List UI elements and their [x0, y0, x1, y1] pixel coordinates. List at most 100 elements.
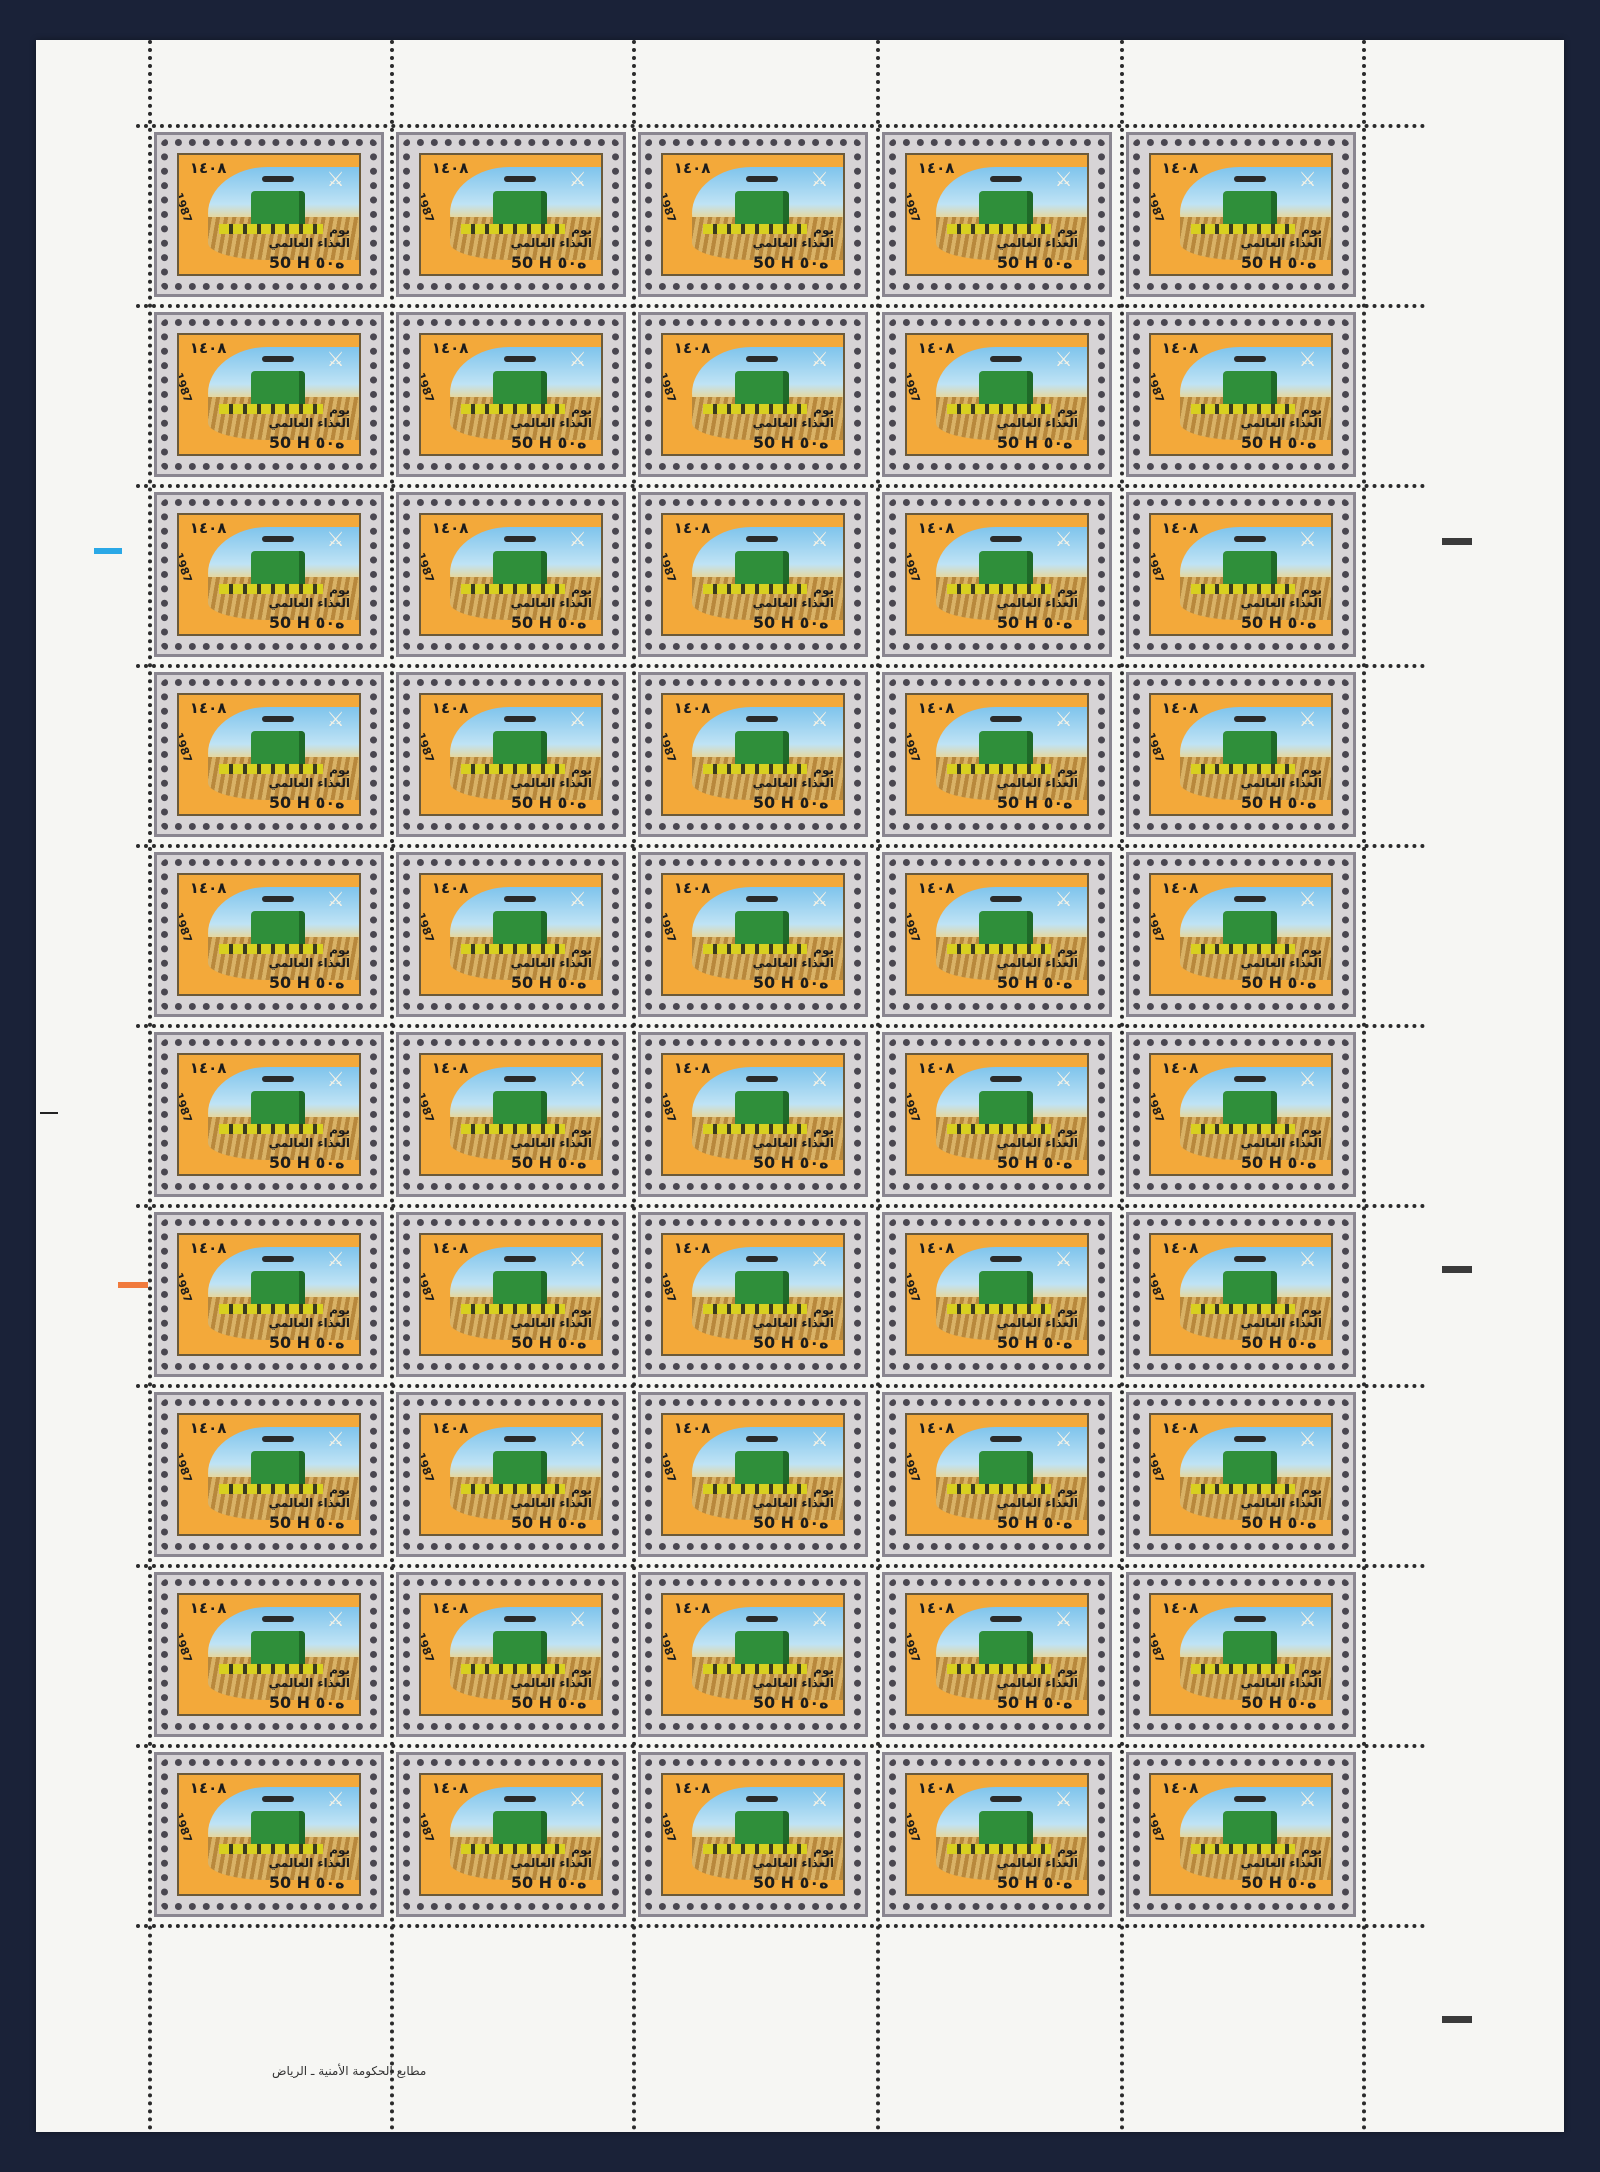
stamp-year-gregorian: 1987 [905, 1270, 923, 1304]
stamp-value: 50 H ه٥٠ [510, 1332, 587, 1352]
stamp-title-line2: الغذاء العالمي [996, 1316, 1078, 1331]
stamp-year-gregorian: 1987 [905, 1450, 923, 1484]
stamp-title: يوم الغذاء العالمي [753, 1483, 834, 1510]
saudi-palm-swords-emblem-icon: ⚔ [568, 167, 587, 192]
stamp-year-gregorian: 1987 [1149, 370, 1167, 404]
stamp-design: ⚔ ١٤٠٨ 1987 يوم الغذاء العالمي 50 H ه٥٠ [661, 873, 845, 996]
registration-mark-right-3 [1442, 2016, 1472, 2023]
stamp-value: 50 H ه٥٠ [268, 1692, 345, 1712]
stamp-year-hijri: ١٤٠٨ [431, 518, 469, 537]
stamp-title-line2: الغذاء العالمي [752, 776, 834, 791]
saudi-palm-swords-emblem-icon: ⚔ [810, 1607, 829, 1632]
stamp-title: يوم الغذاء العالمي [269, 943, 350, 970]
stamp-design: ⚔ ١٤٠٨ 1987 يوم الغذاء العالمي 50 H ه٥٠ [1149, 513, 1333, 636]
stamp-design: ⚔ ١٤٠٨ 1987 يوم الغذاء العالمي 50 H ه٥٠ [419, 333, 603, 456]
stamp-year-hijri: ١٤٠٨ [431, 1058, 469, 1077]
stamp-title: يوم الغذاء العالمي [1241, 583, 1322, 610]
stamp-value: 50 H ه٥٠ [1240, 1692, 1317, 1712]
perforation-row [136, 124, 1426, 128]
stamp-design: ⚔ ١٤٠٨ 1987 يوم الغذاء العالمي 50 H ه٥٠ [905, 153, 1089, 276]
stamp-design: ⚔ ١٤٠٨ 1987 يوم الغذاء العالمي 50 H ه٥٠ [905, 873, 1089, 996]
stamp-year-hijri: ١٤٠٨ [1161, 1778, 1199, 1797]
stamp-title-line2: الغذاء العالمي [268, 236, 350, 251]
stamp-value: 50 H ه٥٠ [1240, 1332, 1317, 1352]
perforation-row [136, 1564, 1426, 1568]
stamp-design: ⚔ ١٤٠٨ 1987 يوم الغذاء العالمي 50 H ه٥٠ [419, 1233, 603, 1356]
harvester-canopy [745, 536, 779, 543]
stamp-title: يوم الغذاء العالمي [753, 1123, 834, 1150]
stamp-year-gregorian: 1987 [905, 1090, 923, 1124]
stamp: ⚔ ١٤٠٨ 1987 يوم الغذاء العالمي 50 H ه٥٠ [154, 1572, 384, 1737]
saudi-palm-swords-emblem-icon: ⚔ [326, 1427, 345, 1452]
harvester-canopy [989, 356, 1023, 363]
stamp-year-hijri: ١٤٠٨ [1161, 158, 1199, 177]
stamp-title: يوم الغذاء العالمي [268, 223, 350, 251]
stamp-year-hijri: ١٤٠٨ [1161, 1058, 1199, 1077]
stamp-title-line2: الغذاء العالمي [268, 776, 350, 791]
stamp: ⚔ ١٤٠٨ 1987 يوم الغذاء العالمي 50 H ه٥٠ [882, 1392, 1112, 1557]
stamp: ⚔ ١٤٠٨ 1987 يوم الغذاء العالمي 50 H ه٥٠ [638, 1752, 868, 1917]
stamp: ⚔ ١٤٠٨ 1987 يوم الغذاء العالمي 50 H ه٥٠ [1126, 132, 1356, 297]
stamp-year-hijri: ١٤٠٨ [1161, 1238, 1199, 1257]
stamp-year-gregorian: 1987 [177, 1270, 195, 1304]
stamp-title: يوم الغذاء العالمي [997, 1843, 1078, 1870]
saudi-palm-swords-emblem-icon: ⚔ [326, 527, 345, 552]
stamp-year-hijri: ١٤٠٨ [673, 158, 711, 177]
printer-imprint: مطابع الحكومة الأمنية ـ الرياض [272, 2064, 427, 2078]
stamp-title-line2: الغذاء العالمي [1240, 1496, 1322, 1511]
stamp-year-hijri: ١٤٠٨ [917, 698, 955, 717]
stamp-title-line2: الغذاء العالمي [510, 1676, 592, 1691]
stamp-title: يوم الغذاء العالمي [997, 223, 1078, 250]
stamp-design: ⚔ ١٤٠٨ 1987 يوم الغذاء العالمي 50 H ه٥٠ [177, 1413, 361, 1536]
stamp-year-hijri: ١٤٠٨ [431, 1238, 469, 1257]
stamp-title-line2: الغذاء العالمي [510, 416, 592, 431]
stamp-title: يوم الغذاء العالمي [510, 403, 592, 431]
stamp-title: يوم الغذاء العالمي [752, 763, 834, 791]
harvester-canopy [261, 1796, 295, 1803]
stamp-year-hijri: ١٤٠٨ [189, 1778, 227, 1797]
stamp-title: يوم الغذاء العالمي [268, 763, 350, 791]
stamp-value: 50 H ه٥٠ [752, 792, 829, 812]
stamp-title-line2: الغذاء العالمي [1240, 1676, 1322, 1691]
stamp: ⚔ ١٤٠٨ 1987 يوم الغذاء العالمي 50 H ه٥٠ [882, 132, 1112, 297]
saudi-palm-swords-emblem-icon: ⚔ [568, 887, 587, 912]
stamp-design: ⚔ ١٤٠٨ 1987 يوم الغذاء العالمي 50 H ه٥٠ [1149, 1053, 1333, 1176]
stamp: ⚔ ١٤٠٨ 1987 يوم الغذاء العالمي 50 H ه٥٠ [396, 1212, 626, 1377]
stamp-value: 50 H ه٥٠ [996, 1872, 1073, 1892]
saudi-palm-swords-emblem-icon: ⚔ [1054, 707, 1073, 732]
stamp: ⚔ ١٤٠٨ 1987 يوم الغذاء العالمي 50 H ه٥٠ [638, 672, 868, 837]
harvester-canopy [261, 1616, 295, 1623]
stamp-year-hijri: ١٤٠٨ [189, 1058, 227, 1077]
stamp-year-hijri: ١٤٠٨ [189, 158, 227, 177]
stamp-value: 50 H ه٥٠ [996, 432, 1073, 452]
stamp-year-gregorian: 1987 [661, 910, 679, 944]
stamp-year-hijri: ١٤٠٨ [673, 1238, 711, 1257]
stamp-value: 50 H ه٥٠ [1240, 252, 1317, 272]
stamp-year-hijri: ١٤٠٨ [1161, 878, 1199, 897]
stamp-value: 50 H ه٥٠ [268, 252, 345, 272]
stamp-design: ⚔ ١٤٠٨ 1987 يوم الغذاء العالمي 50 H ه٥٠ [177, 513, 361, 636]
stamp-title: يوم الغذاء العالمي [269, 1483, 350, 1510]
stamp-value: 50 H ه٥٠ [752, 1512, 829, 1532]
stamp-title: يوم الغذاء العالمي [269, 1663, 350, 1690]
stamp-title-line2: الغذاء العالمي [510, 1496, 592, 1511]
stamp-value: 50 H ه٥٠ [510, 792, 587, 812]
harvester-canopy [503, 1436, 537, 1443]
stamp-title-line2: الغذاء العالمي [1240, 1856, 1322, 1871]
stamp: ⚔ ١٤٠٨ 1987 يوم الغذاء العالمي 50 H ه٥٠ [396, 132, 626, 297]
stamp-design: ⚔ ١٤٠٨ 1987 يوم الغذاء العالمي 50 H ه٥٠ [1149, 1773, 1333, 1896]
harvester-canopy [503, 1796, 537, 1803]
stamp: ⚔ ١٤٠٨ 1987 يوم الغذاء العالمي 50 H ه٥٠ [1126, 1572, 1356, 1737]
stamp-year-gregorian: 1987 [419, 190, 437, 224]
stamp-year-gregorian: 1987 [905, 190, 923, 224]
stamp: ⚔ ١٤٠٨ 1987 يوم الغذاء العالمي 50 H ه٥٠ [1126, 492, 1356, 657]
stamp-year-gregorian: 1987 [419, 910, 437, 944]
stamp-title: يوم الغذاء العالمي [753, 1663, 834, 1690]
harvester-canopy [989, 1616, 1023, 1623]
stamp-title-line2: الغذاء العالمي [510, 236, 592, 251]
stamp-title: يوم الغذاء العالمي [997, 1123, 1078, 1150]
stamp: ⚔ ١٤٠٨ 1987 يوم الغذاء العالمي 50 H ه٥٠ [396, 1752, 626, 1917]
stamp-value: 50 H ه٥٠ [996, 792, 1073, 812]
saudi-palm-swords-emblem-icon: ⚔ [1054, 527, 1073, 552]
harvester-canopy [745, 1436, 779, 1443]
